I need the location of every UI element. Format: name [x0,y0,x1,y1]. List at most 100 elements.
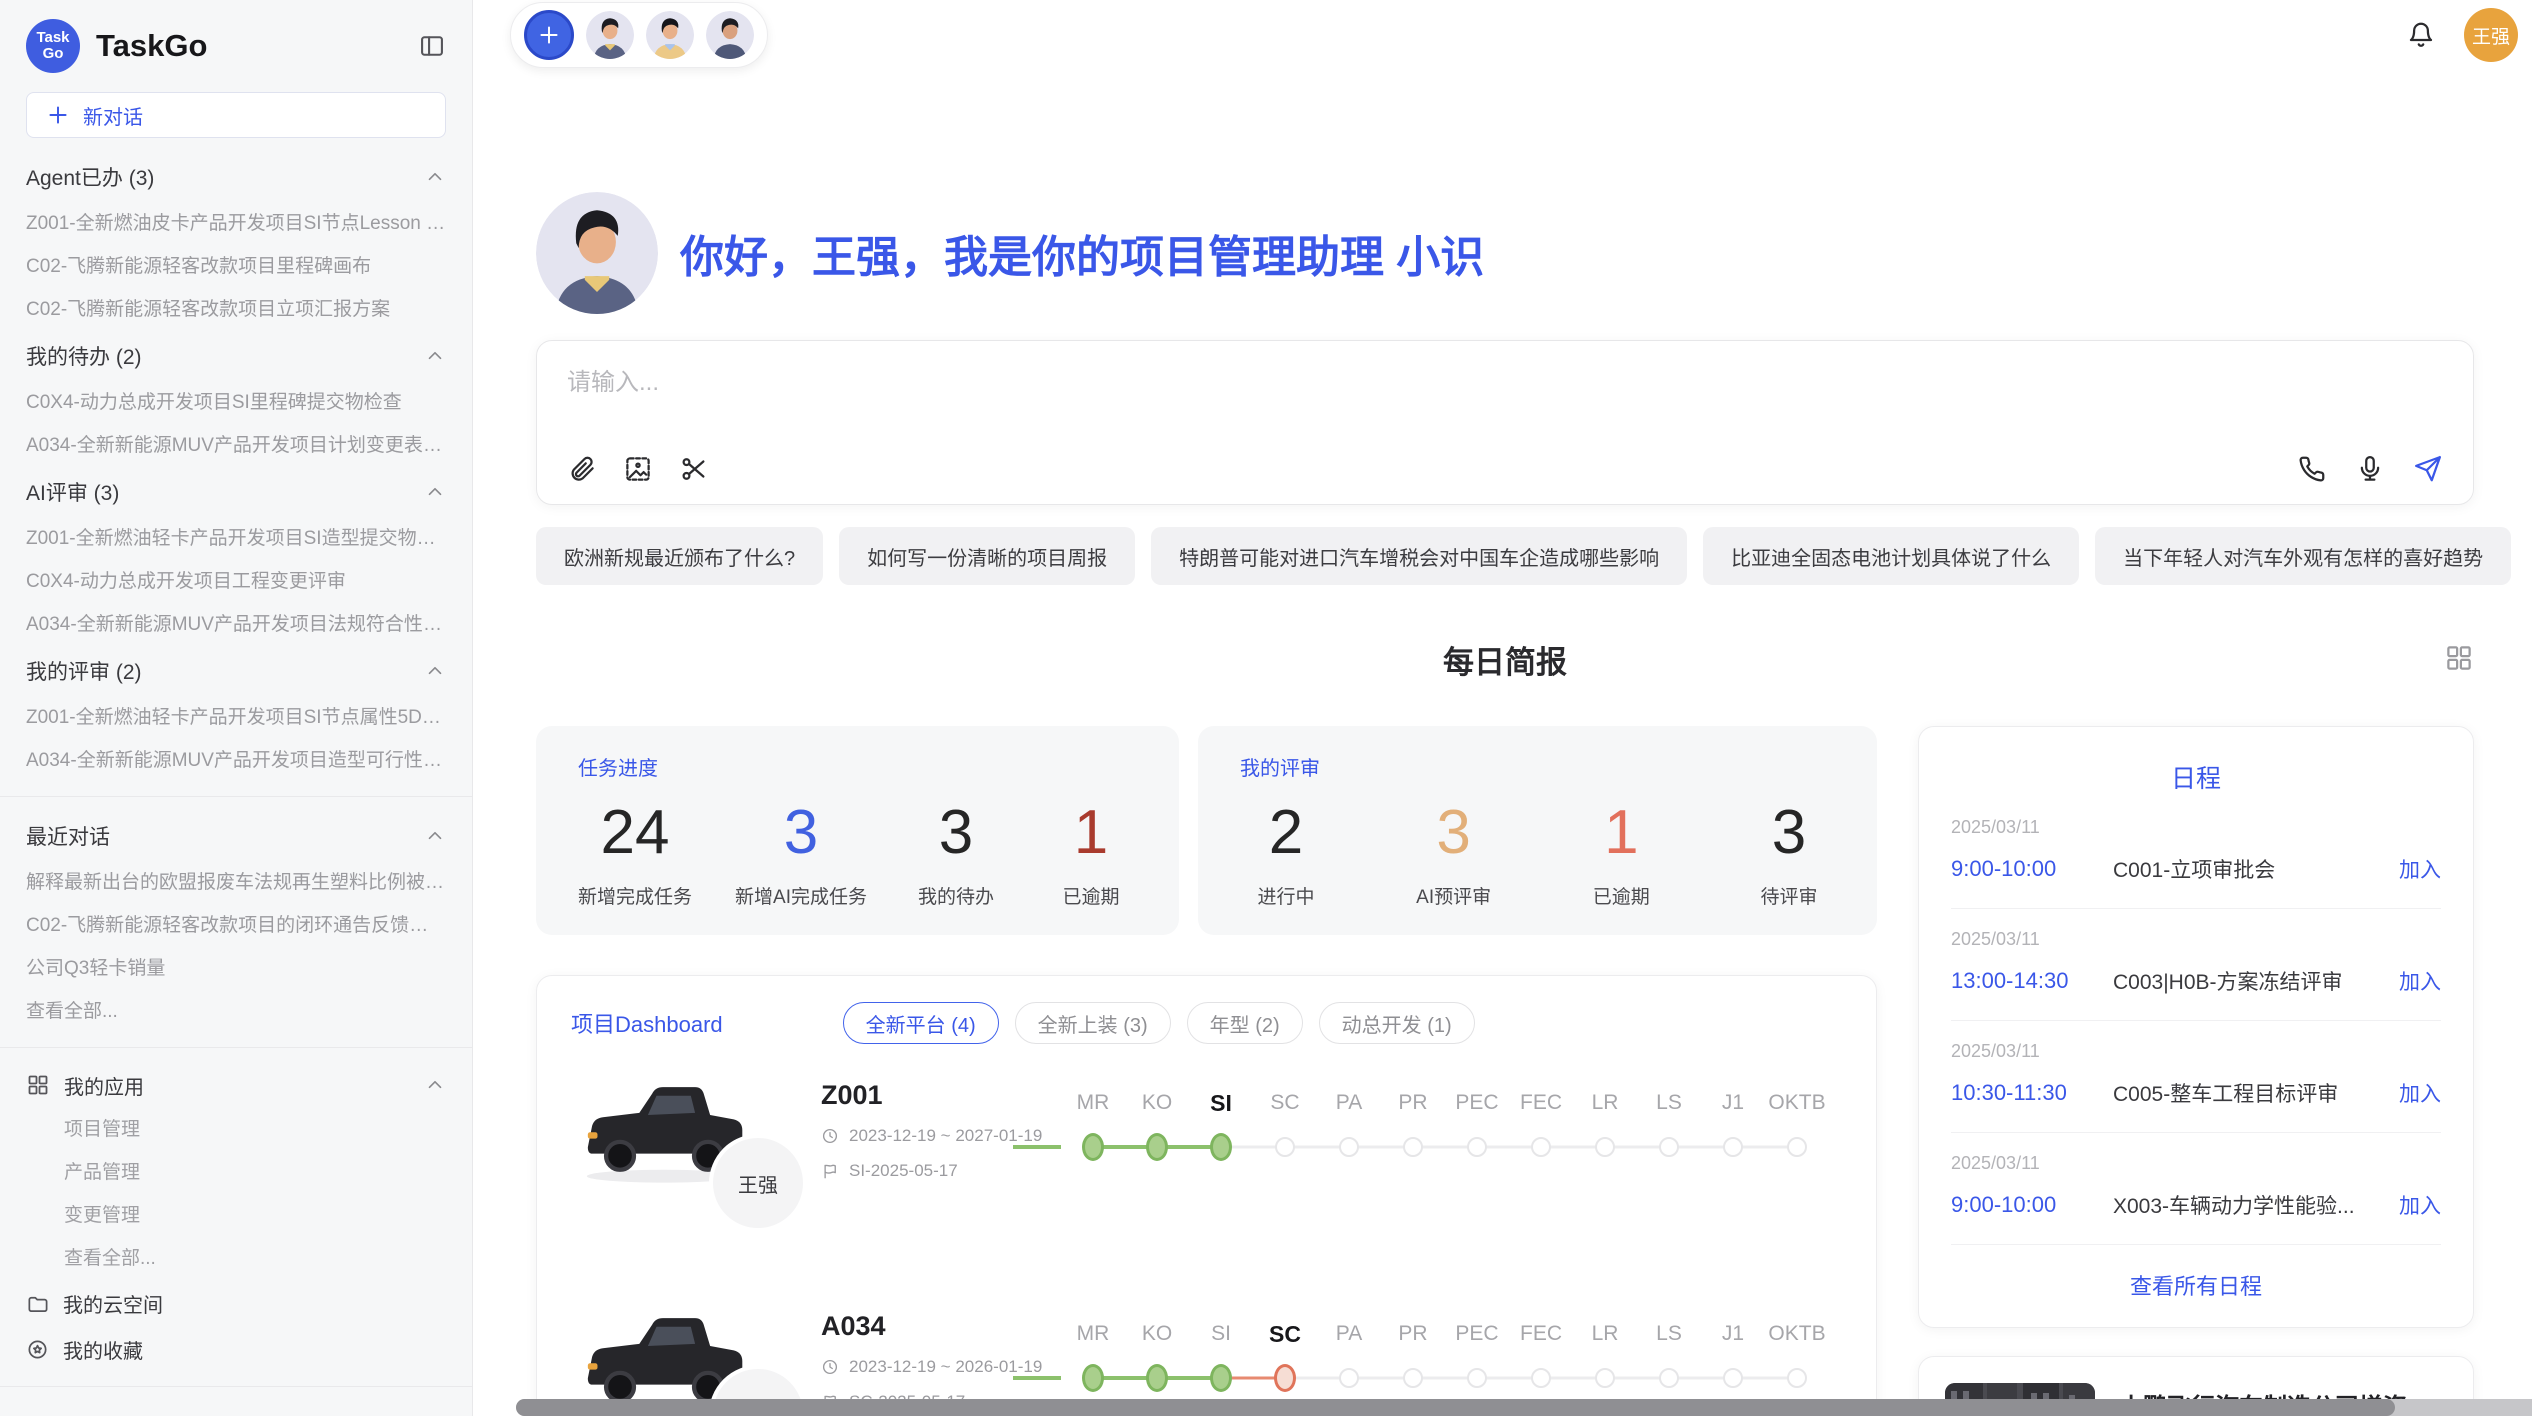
composer-actions [2297,454,2443,484]
cloud-icon [26,1292,49,1315]
sidebar-section-header[interactable]: 我的待办 (2) [26,331,446,381]
suggestion-chip[interactable]: 欧洲新规最近颁布了什么? [536,527,823,585]
sidebar-link[interactable]: 我的云空间 [26,1280,446,1326]
sidebar-item[interactable]: Z001-全新燃油皮卡产品开发项目SI节点Lesson Learn报告 [26,202,446,245]
sidebar-section-header[interactable]: Agent已办 (3) [26,152,446,202]
milestone-dot [1659,1368,1679,1388]
phone-icon[interactable] [2297,454,2327,484]
milestone: KO [1125,1082,1189,1275]
milestone-label: SI [1189,1313,1253,1355]
app-sub-item[interactable]: 变更管理 [26,1194,446,1237]
sidebar-link[interactable]: 我的收藏 [26,1326,446,1372]
stat-card: 任务进度24新增完成任务3新增AI完成任务3我的待办1已逾期 [536,726,1179,935]
project-name: Z001 [821,1080,1061,1111]
suggestion-chip[interactable]: 如何写一份清晰的项目周报 [839,527,1135,585]
schedule-time: 13:00-14:30 [1951,968,2113,994]
chevron-up-icon [424,825,446,847]
logo-text-2: Go [43,46,64,63]
sidebar-item[interactable]: A034-全新新能源MUV产品开发项目法规符合性评审 [26,603,446,646]
schedule-event-title: C003|H0B-方案冻结评审 [2113,966,2387,996]
content: 你好，王强，我是你的项目管理助理 小识 欧洲新规最近颁布了什么? 如何写一份清晰的… [473,192,2532,1416]
sidebar-item[interactable]: C0X4-动力总成开发项目工程变更评审 [26,560,446,603]
sidebar-item[interactable]: C0X4-动力总成开发项目SI里程碑提交物检查 [26,381,446,424]
app-sub-item[interactable]: 产品管理 [26,1151,446,1194]
sidebar-item[interactable]: C02-飞腾新能源轻客改款项目立项汇报方案 [26,288,446,331]
milestone-dot [1595,1368,1615,1388]
chevron-up-icon [424,166,446,188]
milestone-track: MRKOSISCPAPRPECFECLRLSJ1OKTB [1061,1070,1842,1275]
new-chat-button[interactable]: 新对话 [26,92,446,138]
greeting: 你好，王强，我是你的项目管理助理 小识 [536,192,2474,314]
view-all-schedule-link[interactable]: 查看所有日程 [1951,1245,2441,1313]
attachment-icon[interactable] [567,454,597,484]
suggestion-chip[interactable]: 特朗普可能对进口汽车增税会对中国车企造成哪些影响 [1151,527,1687,585]
mic-icon[interactable] [2355,454,2385,484]
add-agent-button[interactable] [524,10,574,60]
sidebar-item[interactable]: Z001-全新燃油轻卡产品开发项目SI节点属性5D文件评审 [26,696,446,739]
user-avatar[interactable]: 王强 [2464,8,2518,62]
join-link[interactable]: 加入 [2399,854,2441,884]
horizontal-scrollbar-track[interactable] [516,1399,2532,1416]
join-link[interactable]: 加入 [2399,1078,2441,1108]
project-row[interactable]: 王强Z0012023-12-19 ~ 2027-01-19SI-2025-05-… [571,1070,1842,1275]
suggestion-chip[interactable]: 当下年轻人对汽车外观有怎样的喜好趋势 [2095,527,2511,585]
join-link[interactable]: 加入 [2399,966,2441,996]
sidebar-item[interactable]: A034-全新新能源MUV产品开发项目造型可行性评审 [26,739,446,782]
dashboard-filters: 全新平台 (4) 全新上装 (3) 年型 (2) 动总开发 (1) [843,1002,1475,1044]
avatar-3[interactable] [706,11,754,59]
sidebar-my-apps[interactable]: 我的应用 [26,1062,446,1108]
bell-icon[interactable] [2406,20,2436,50]
sidebar-section-header-label: AI评审 (3) [26,477,119,507]
sidebar-item[interactable]: C02-飞腾新能源轻客改款项目里程碑画布 [26,245,446,288]
app-sub-item[interactable]: 查看全部... [26,1237,446,1280]
milestone: J1 [1701,1082,1765,1275]
stat-value: 1 [1045,797,1137,868]
filter-pill[interactable]: 全新平台 (4) [843,1002,999,1044]
recent-chat-item[interactable]: 查看全部... [26,990,446,1033]
sidebar-section-header[interactable]: 我的评审 (2) [26,646,446,696]
avatar-2[interactable] [646,11,694,59]
composer-tools [567,454,709,484]
stat-value: 3 [1743,797,1835,868]
chevron-up-icon [424,481,446,503]
filter-pill[interactable]: 全新上装 (3) [1015,1002,1171,1044]
milestone-label: FEC [1509,1082,1573,1124]
milestone-dot [1274,1364,1296,1392]
filter-pill[interactable]: 动总开发 (1) [1319,1002,1475,1044]
recent-chat-item[interactable]: 解释最新出台的欧盟报废车法规再生塑料比例被调至15%... [26,861,446,904]
image-upload-icon[interactable] [623,454,653,484]
filter-pill[interactable]: 年型 (2) [1187,1002,1303,1044]
suggestion-chip[interactable]: 比亚迪全固态电池计划具体说了什么 [1703,527,2079,585]
join-link[interactable]: 加入 [2399,1190,2441,1220]
sidebar-collapse-icon[interactable] [418,32,446,60]
sidebar-item[interactable]: Z001-全新燃油轻卡产品开发项目SI造型提交物评审 [26,517,446,560]
milestone-label: SI [1189,1082,1253,1124]
milestone-dot [1467,1137,1487,1157]
sidebar-tool[interactable]: AI超级员工 [26,1401,446,1416]
clock-icon [821,1127,839,1145]
app-sub-item[interactable]: 项目管理 [26,1108,446,1151]
send-icon[interactable] [2413,454,2443,484]
sidebar-item[interactable]: A034-全新新能源MUV产品开发项目计划变更表编写 [26,424,446,467]
stat-values: 24新增完成任务3新增AI完成任务3我的待办1已逾期 [578,797,1137,909]
milestone-dot [1595,1137,1615,1157]
stat-label: 待评审 [1743,882,1835,909]
recent-chat-item[interactable]: C02-飞腾新能源轻客改款项目的闭环通告反馈情况 [26,904,446,947]
scissors-icon[interactable] [679,454,709,484]
project-media: 王强 [571,1070,821,1275]
avatar-1[interactable] [586,11,634,59]
sidebar-section-header[interactable]: AI评审 (3) [26,467,446,517]
recent-chat-item[interactable]: 公司Q3轻卡销量 [26,947,446,990]
stat: 1已逾期 [1575,797,1667,909]
project-flag-text: SI-2025-05-17 [849,1161,958,1181]
chat-input[interactable] [567,369,1880,397]
stat: 24新增完成任务 [578,797,692,909]
chevron-up-icon [424,345,446,367]
milestone-dot [1146,1133,1168,1161]
horizontal-scrollbar-thumb[interactable] [516,1399,2395,1416]
milestone-dot [1723,1368,1743,1388]
stat: 2进行中 [1240,797,1332,909]
project-dashboard-card: 项目Dashboard 全新平台 (4)全新上装 (3)年型 (2)动总开发 (… [536,975,1877,1416]
sidebar-recent-header[interactable]: 最近对话 [26,811,446,861]
layout-grid-icon[interactable] [2444,643,2474,673]
